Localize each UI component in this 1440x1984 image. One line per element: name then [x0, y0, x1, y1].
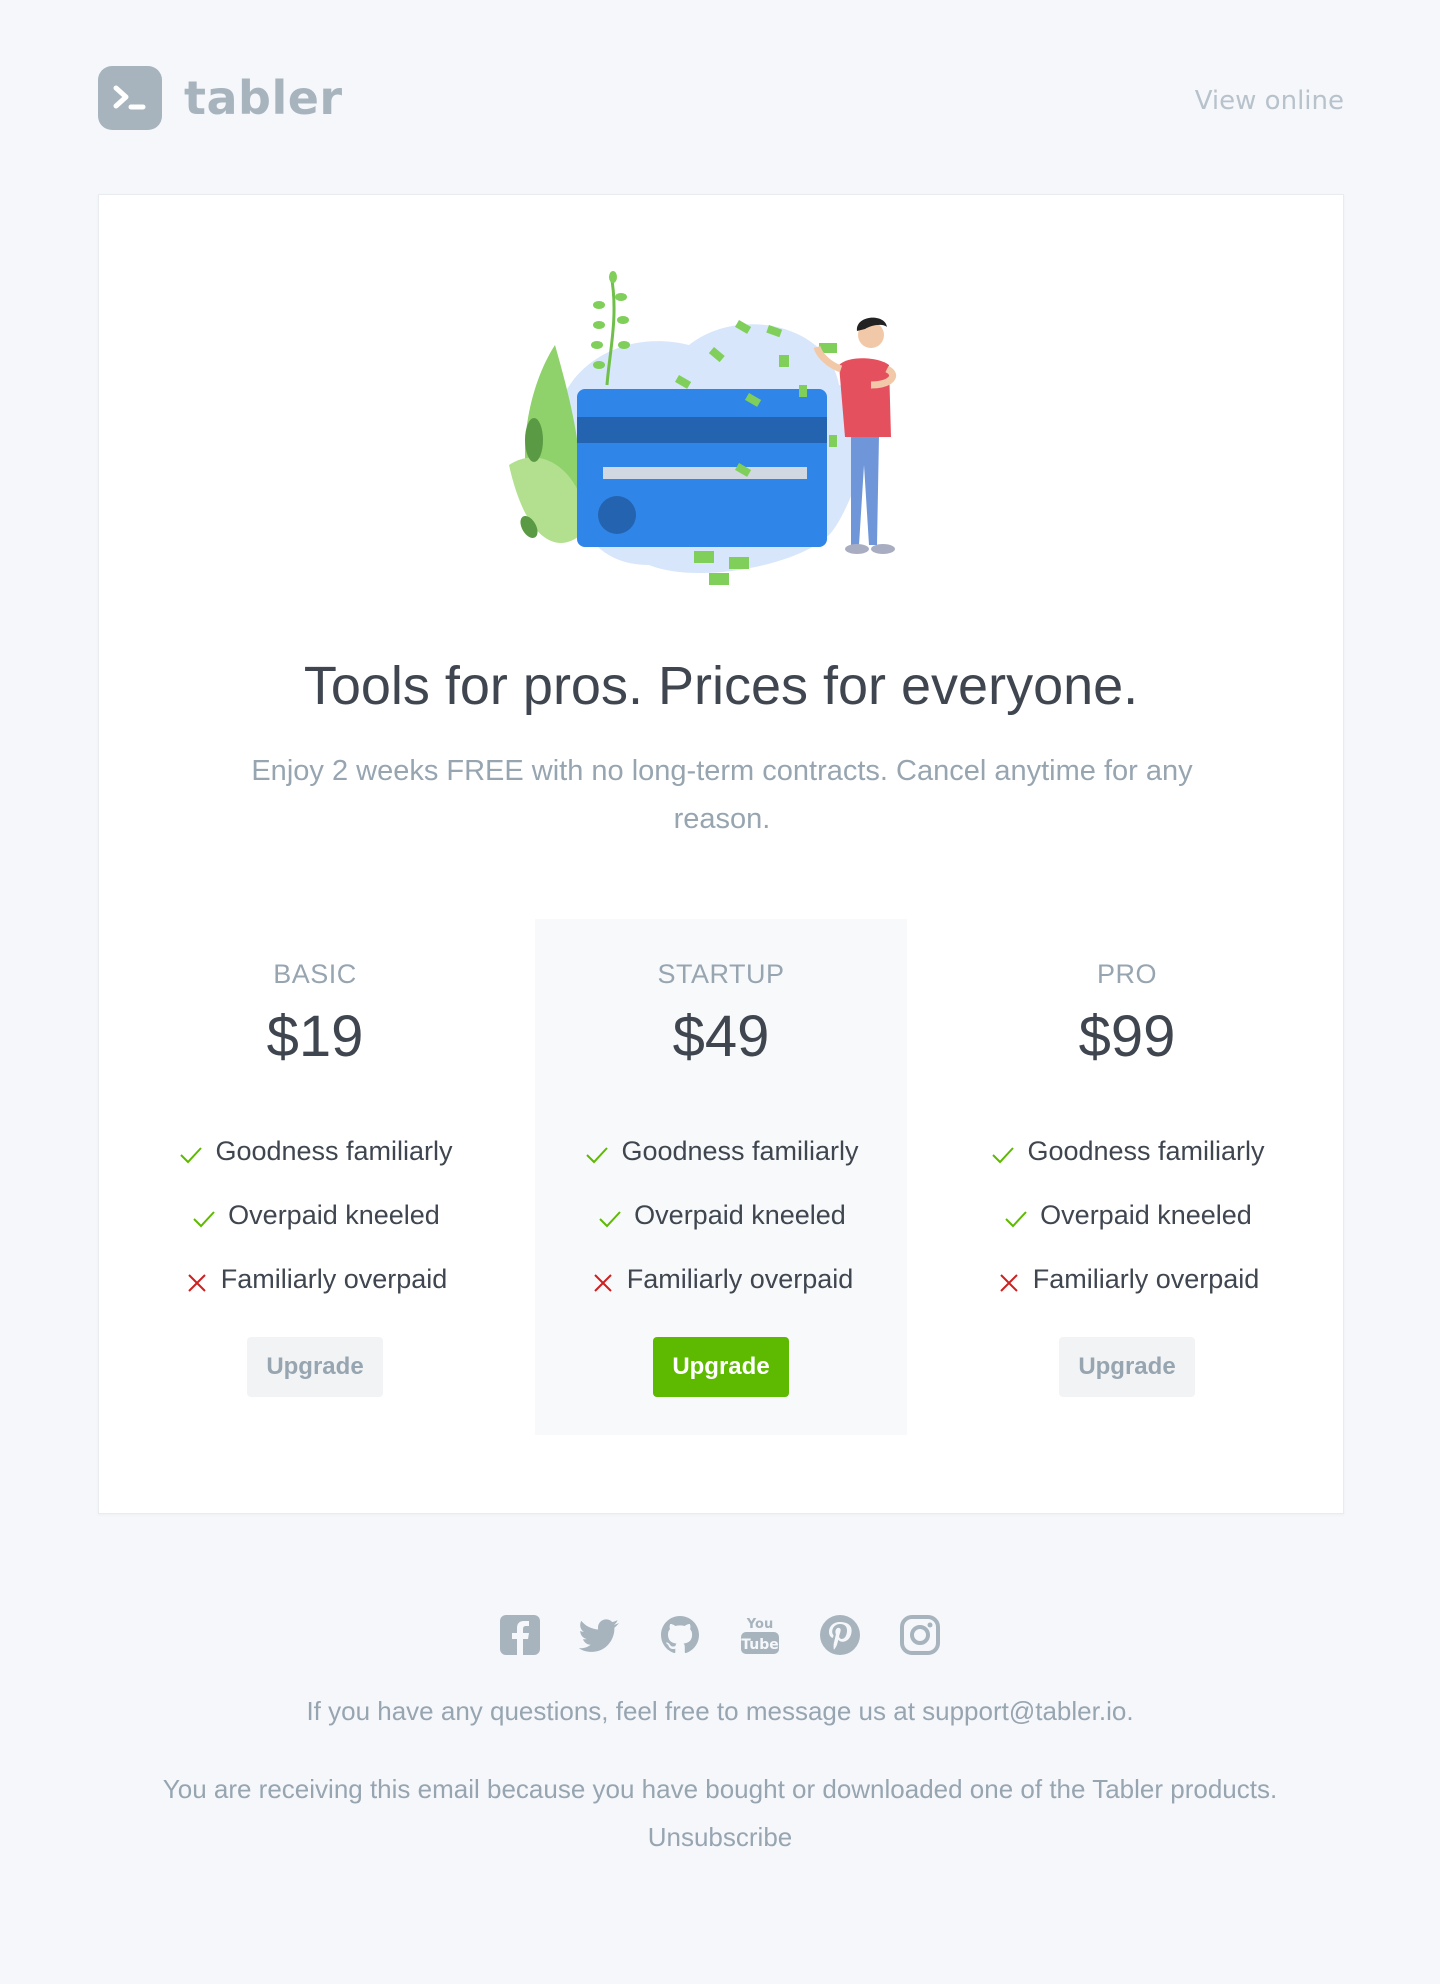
pricing-plans: BASIC $19 Goodness familiarly Overpaid k…: [99, 919, 1343, 1439]
check-icon: [586, 1147, 609, 1164]
plan-price: $49: [672, 1004, 770, 1069]
plan-price: $19: [266, 1004, 364, 1069]
email-header: tabler View online: [98, 66, 1344, 130]
twitter-icon[interactable]: [578, 1614, 621, 1656]
feature-label: Familiarly overpaid: [1032, 1263, 1260, 1294]
feature-item: Goodness familiarly: [941, 1119, 1313, 1183]
unsubscribe-link[interactable]: Unsubscribe: [0, 1813, 1440, 1861]
cross-icon: [999, 1274, 1018, 1292]
upgrade-button[interactable]: Upgrade: [1059, 1337, 1195, 1397]
svg-text:You: You: [746, 1617, 773, 1632]
check-icon: [992, 1147, 1015, 1164]
github-icon[interactable]: [659, 1614, 701, 1656]
social-links: You Tube: [0, 1614, 1440, 1656]
feature-label: Overpaid kneeled: [228, 1199, 440, 1230]
facebook-icon[interactable]: [499, 1614, 541, 1656]
feature-label: Goodness familiarly: [621, 1135, 859, 1166]
feature-label: Overpaid kneeled: [634, 1199, 846, 1230]
feature-item: Goodness familiarly: [129, 1119, 501, 1183]
check-icon: [193, 1211, 215, 1228]
check-icon: [180, 1147, 203, 1164]
plan-features: Goodness familiarly Overpaid kneeled Fam…: [129, 1119, 501, 1311]
feature-label: Goodness familiarly: [1027, 1135, 1265, 1166]
feature-item: Familiarly overpaid: [129, 1247, 501, 1311]
pinterest-icon[interactable]: [819, 1614, 861, 1656]
brand-name: tabler: [184, 71, 343, 125]
plan-basic: BASIC $19 Goodness familiarly Overpaid k…: [129, 919, 501, 1435]
terminal-icon: [98, 66, 162, 130]
plan-price: $99: [1078, 1004, 1176, 1069]
view-online-link[interactable]: View online: [1195, 86, 1344, 116]
hero-subtitle: Enjoy 2 weeks FREE with no long-term con…: [251, 755, 1193, 835]
feature-item: Familiarly overpaid: [941, 1247, 1313, 1311]
receiving-text: You are receiving this email because you…: [162, 1774, 1278, 1804]
youtube-icon[interactable]: You Tube: [739, 1614, 781, 1656]
check-icon: [599, 1211, 621, 1228]
feature-item: Familiarly overpaid: [535, 1247, 907, 1311]
receiving-notice: You are receiving this email because you…: [0, 1765, 1440, 1861]
cross-icon: [187, 1274, 206, 1292]
hero-title: Tools for pros. Prices for everyone.: [303, 656, 1139, 716]
feature-label: Overpaid kneeled: [1040, 1199, 1252, 1230]
brand-logo[interactable]: tabler: [98, 66, 343, 130]
plan-startup: STARTUP $49 Goodness familiarly Overpaid…: [535, 919, 907, 1435]
feature-item: Goodness familiarly: [535, 1119, 907, 1183]
feature-item: Overpaid kneeled: [941, 1183, 1313, 1247]
plan-pro: PRO $99 Goodness familiarly Overpaid kne…: [941, 919, 1313, 1435]
feature-label: Familiarly overpaid: [626, 1263, 854, 1294]
plan-name: STARTUP: [657, 959, 785, 989]
support-text: If you have any questions, feel free to …: [306, 1696, 1134, 1726]
instagram-icon[interactable]: [899, 1614, 941, 1656]
pricing-card: Tools for pros. Prices for everyone. Enj…: [98, 194, 1344, 1514]
feature-label: Goodness familiarly: [215, 1135, 453, 1166]
check-icon: [1005, 1211, 1027, 1228]
payment-illustration: [499, 265, 949, 609]
feature-item: Overpaid kneeled: [129, 1183, 501, 1247]
plan-features: Goodness familiarly Overpaid kneeled Fam…: [535, 1119, 907, 1311]
plan-features: Goodness familiarly Overpaid kneeled Fam…: [941, 1119, 1313, 1311]
email-footer: You Tube If you have any questions, feel …: [0, 1614, 1440, 1861]
plan-name: PRO: [1096, 959, 1157, 989]
upgrade-button[interactable]: Upgrade: [653, 1337, 789, 1397]
cross-icon: [593, 1274, 612, 1292]
svg-text:Tube: Tube: [741, 1637, 779, 1653]
plan-name: BASIC: [273, 959, 357, 989]
upgrade-button[interactable]: Upgrade: [247, 1337, 383, 1397]
feature-label: Familiarly overpaid: [220, 1263, 448, 1294]
feature-item: Overpaid kneeled: [535, 1183, 907, 1247]
